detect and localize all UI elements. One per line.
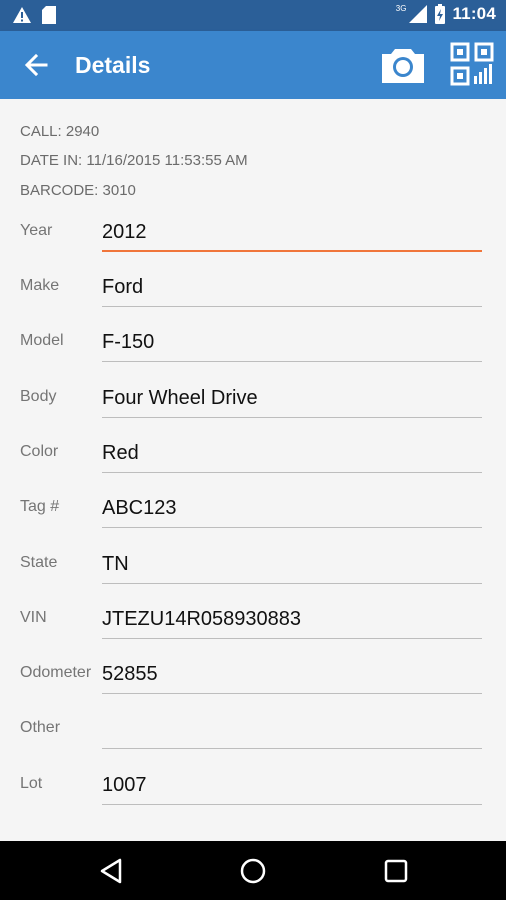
barcode: BARCODE: 3010	[20, 182, 136, 199]
state-input[interactable]: TN	[102, 553, 482, 584]
tag-input[interactable]: ABC123	[102, 497, 482, 528]
recents-square-icon[interactable]	[382, 857, 410, 885]
status-time: 11:04	[452, 4, 496, 23]
body-input[interactable]: Four Wheel Drive	[102, 387, 482, 418]
odometer-label: Odometer	[20, 664, 92, 681]
vin-input[interactable]: JTEZU14R058930883	[102, 608, 482, 639]
body-label: Body	[20, 388, 57, 405]
color-input[interactable]: Red	[102, 442, 482, 473]
back-arrow-icon[interactable]	[20, 49, 52, 81]
page-title: Details	[75, 52, 151, 78]
odometer-input[interactable]: 52855	[102, 663, 482, 694]
home-circle-icon[interactable]	[239, 857, 267, 885]
lot-input[interactable]: 1007	[102, 774, 482, 805]
make-input[interactable]: Ford	[102, 276, 482, 307]
color-label: Color	[20, 443, 59, 460]
call-number: CALL: 2940	[20, 123, 100, 140]
battery-icon	[435, 4, 446, 24]
lot-label: Lot	[20, 775, 43, 792]
vin-label: VIN	[20, 609, 47, 626]
back-triangle-icon[interactable]	[98, 857, 126, 885]
camera-icon[interactable]	[380, 45, 426, 85]
tag-label: Tag #	[20, 498, 60, 515]
year-input[interactable]: 2012	[102, 221, 482, 252]
model-label: Model	[20, 332, 64, 349]
date-in: DATE IN: 11/16/2015 11:53:55 AM	[20, 152, 248, 169]
model-input[interactable]: F-150	[102, 331, 482, 362]
make-label: Make	[20, 277, 60, 294]
status-bar: 3G 11:04	[0, 0, 506, 31]
other-input[interactable]	[102, 718, 482, 749]
app-bar: Details	[0, 31, 506, 99]
sd-card-icon	[42, 6, 56, 24]
state-label: State	[20, 554, 58, 571]
details-content: CALL: 2940 DATE IN: 11/16/2015 11:53:55 …	[0, 99, 506, 841]
warning-icon	[13, 7, 31, 23]
qr-code-icon[interactable]	[450, 42, 494, 86]
system-nav-bar	[0, 841, 506, 900]
other-label: Other	[20, 719, 61, 736]
year-label: Year	[20, 222, 53, 239]
network-type-label: 3G	[395, 3, 407, 13]
signal-icon	[409, 5, 428, 23]
